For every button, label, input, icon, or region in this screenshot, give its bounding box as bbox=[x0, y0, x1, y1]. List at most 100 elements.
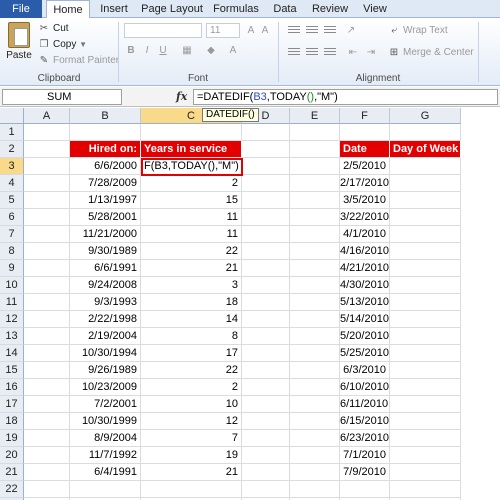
column-header-f[interactable]: F bbox=[340, 108, 390, 124]
cell-d12[interactable] bbox=[242, 311, 290, 328]
cell-e8[interactable] bbox=[290, 243, 340, 260]
cell-g5[interactable] bbox=[390, 192, 461, 209]
cell-d22[interactable] bbox=[242, 481, 290, 498]
years-in-service-value[interactable]: 7 bbox=[141, 430, 242, 447]
hired-on-value[interactable]: 10/30/1999 bbox=[70, 413, 141, 430]
name-box[interactable]: SUM bbox=[2, 89, 122, 105]
increase-indent-icon[interactable]: ⇥ bbox=[364, 46, 378, 60]
years-in-service-value[interactable]: 2 bbox=[141, 379, 242, 396]
row-header-19[interactable]: 19 bbox=[0, 430, 24, 447]
cell-e5[interactable] bbox=[290, 192, 340, 209]
cell-a11[interactable] bbox=[24, 294, 70, 311]
cell-d14[interactable] bbox=[242, 345, 290, 362]
date-value[interactable]: 6/15/2010 bbox=[340, 413, 390, 430]
cell-d9[interactable] bbox=[242, 260, 290, 277]
hired-on-value[interactable]: 9/3/1993 bbox=[70, 294, 141, 311]
row-header-2[interactable]: 2 bbox=[0, 141, 24, 158]
cell-a8[interactable] bbox=[24, 243, 70, 260]
cell-a4[interactable] bbox=[24, 175, 70, 192]
cell-e17[interactable] bbox=[290, 396, 340, 413]
cell-d1[interactable] bbox=[242, 124, 290, 141]
hired-on-value[interactable]: 10/30/1994 bbox=[70, 345, 141, 362]
cell-g3[interactable] bbox=[390, 158, 461, 175]
cell-a13[interactable] bbox=[24, 328, 70, 345]
date-value[interactable]: 6/10/2010 bbox=[340, 379, 390, 396]
date-value[interactable]: 2/5/2010 bbox=[340, 158, 390, 175]
cell-e4[interactable] bbox=[290, 175, 340, 192]
row-header-1[interactable]: 1 bbox=[0, 124, 24, 141]
date-value[interactable]: 5/20/2010 bbox=[340, 328, 390, 345]
cell-a1[interactable] bbox=[24, 124, 70, 141]
cell-e11[interactable] bbox=[290, 294, 340, 311]
wrap-text-button[interactable]: ⤶ Wrap Text bbox=[388, 24, 447, 38]
cell-e10[interactable] bbox=[290, 277, 340, 294]
years-in-service-value[interactable]: 11 bbox=[141, 209, 242, 226]
years-in-service-value[interactable]: 17 bbox=[141, 345, 242, 362]
orientation-icon[interactable]: ↗ bbox=[344, 24, 358, 38]
row-header-20[interactable]: 20 bbox=[0, 447, 24, 464]
hired-on-value[interactable]: 7/2/2001 bbox=[70, 396, 141, 413]
column-header-a[interactable]: A bbox=[24, 108, 70, 124]
date-value[interactable]: 6/23/2010 bbox=[340, 430, 390, 447]
cell-d10[interactable] bbox=[242, 277, 290, 294]
row-header-12[interactable]: 12 bbox=[0, 311, 24, 328]
select-all-corner[interactable] bbox=[0, 108, 24, 124]
row-header-10[interactable]: 10 bbox=[0, 277, 24, 294]
font-size-box[interactable]: 11 bbox=[206, 23, 240, 38]
cell-g22[interactable] bbox=[390, 481, 461, 498]
formula-input[interactable]: =DATEDIF(B3,TODAY(),"M") bbox=[193, 89, 498, 105]
cell-e13[interactable] bbox=[290, 328, 340, 345]
date-value[interactable]: 3/22/2010 bbox=[340, 209, 390, 226]
bold-icon[interactable]: B bbox=[124, 44, 138, 58]
cell-e16[interactable] bbox=[290, 379, 340, 396]
cell-g15[interactable] bbox=[390, 362, 461, 379]
hired-on-value[interactable]: 10/23/2009 bbox=[70, 379, 141, 396]
active-cell-c3-editor[interactable]: F(B3,TODAY(),"M") bbox=[141, 158, 243, 176]
cell-e2[interactable] bbox=[290, 141, 340, 158]
row-header-6[interactable]: 6 bbox=[0, 209, 24, 226]
row-header-3[interactable]: 3 bbox=[0, 158, 24, 175]
hired-on-value[interactable]: 11/21/2000 bbox=[70, 226, 141, 243]
hired-on-value[interactable]: 2/22/1998 bbox=[70, 311, 141, 328]
cell-d8[interactable] bbox=[242, 243, 290, 260]
tab-view[interactable]: View bbox=[358, 0, 392, 18]
cell-a15[interactable] bbox=[24, 362, 70, 379]
hired-on-value[interactable]: 9/24/2008 bbox=[70, 277, 141, 294]
paste-button[interactable]: Paste bbox=[4, 20, 34, 68]
cell-g18[interactable] bbox=[390, 413, 461, 430]
cell-g4[interactable] bbox=[390, 175, 461, 192]
underline-icon[interactable]: U bbox=[156, 44, 170, 58]
date-value[interactable]: 4/1/2010 bbox=[340, 226, 390, 243]
file-tab[interactable]: File bbox=[0, 0, 42, 18]
row-header-7[interactable]: 7 bbox=[0, 226, 24, 243]
tab-insert[interactable]: Insert bbox=[94, 0, 134, 18]
cell-a16[interactable] bbox=[24, 379, 70, 396]
cell-g1[interactable] bbox=[390, 124, 461, 141]
years-in-service-value[interactable]: 10 bbox=[141, 396, 242, 413]
hired-on-value[interactable]: 8/9/2004 bbox=[70, 430, 141, 447]
date-value[interactable]: 3/5/2010 bbox=[340, 192, 390, 209]
cell-a14[interactable] bbox=[24, 345, 70, 362]
cell-f22[interactable] bbox=[340, 481, 390, 498]
cell-d20[interactable] bbox=[242, 447, 290, 464]
merge-center-button[interactable]: ⊞ Merge & Center bbox=[388, 46, 474, 60]
cell-a18[interactable] bbox=[24, 413, 70, 430]
cell-g16[interactable] bbox=[390, 379, 461, 396]
hired-on-value[interactable]: 9/30/1989 bbox=[70, 243, 141, 260]
years-in-service-value[interactable]: 3 bbox=[141, 277, 242, 294]
cell-e12[interactable] bbox=[290, 311, 340, 328]
hired-on-value[interactable]: 5/28/2001 bbox=[70, 209, 141, 226]
row-header-17[interactable]: 17 bbox=[0, 396, 24, 413]
cell-a12[interactable] bbox=[24, 311, 70, 328]
years-in-service-value[interactable]: 14 bbox=[141, 311, 242, 328]
date-value[interactable]: 7/9/2010 bbox=[340, 464, 390, 481]
cell-d15[interactable] bbox=[242, 362, 290, 379]
cell-g14[interactable] bbox=[390, 345, 461, 362]
years-in-service-value[interactable]: 8 bbox=[141, 328, 242, 345]
cell-e18[interactable] bbox=[290, 413, 340, 430]
tab-data[interactable]: Data bbox=[268, 0, 302, 18]
hired-on-value[interactable]: 9/26/1989 bbox=[70, 362, 141, 379]
date-value[interactable]: 5/13/2010 bbox=[340, 294, 390, 311]
cell-a20[interactable] bbox=[24, 447, 70, 464]
row-header-5[interactable]: 5 bbox=[0, 192, 24, 209]
